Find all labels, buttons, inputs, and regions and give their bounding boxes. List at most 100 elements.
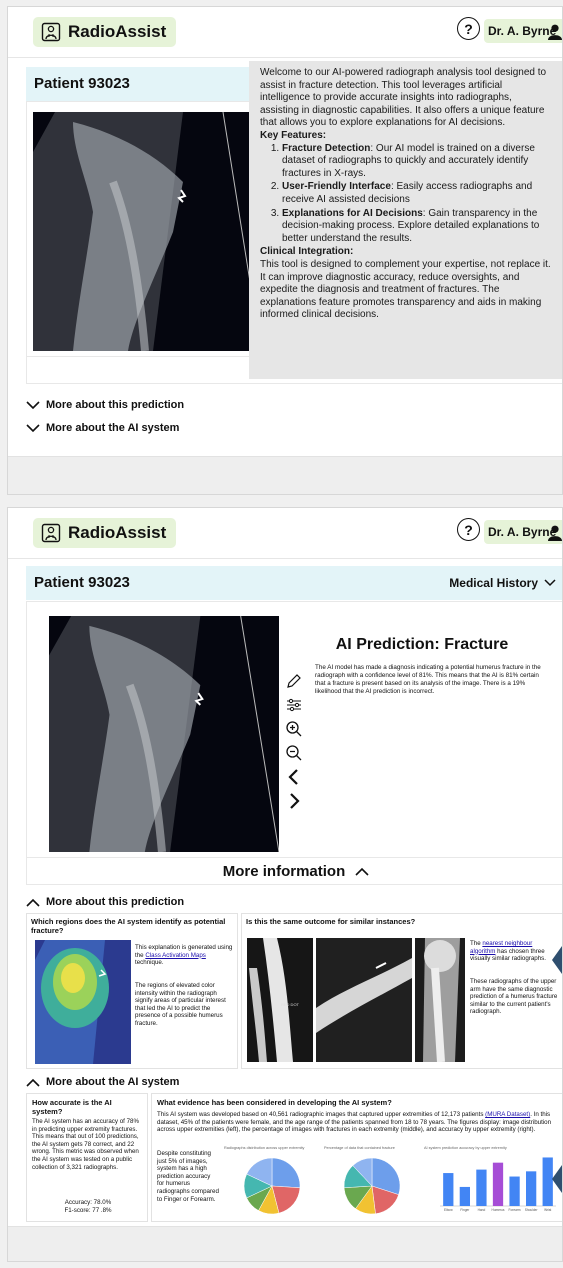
adjust-sliders-icon[interactable]	[285, 696, 303, 714]
f1-score-value: F1-score: 77 .8%	[64, 1207, 112, 1214]
chevron-up-icon	[26, 898, 40, 907]
similar-text-1-pre: The	[470, 940, 483, 947]
similar-heading: Is this the same outcome for similar ins…	[246, 917, 416, 926]
zoom-in-icon[interactable]	[285, 720, 303, 738]
chevron-up-icon	[355, 867, 369, 876]
mura-dataset-link[interactable]: (MURA Dataset)	[485, 1111, 530, 1118]
chevron-down-icon	[26, 423, 40, 432]
patient-title: Patient 93023	[34, 75, 130, 92]
top-bar: RadioAssist ? Dr. A. Byrne	[8, 7, 562, 55]
footer-bar	[8, 456, 562, 494]
pencil-icon[interactable]	[285, 672, 303, 690]
medical-history-dropdown[interactable]: Medical History	[449, 576, 556, 590]
tooltip-features-heading: Key Features:	[260, 129, 327, 141]
side-panel-arrow-icon[interactable]	[552, 946, 562, 974]
chevron-down-icon	[26, 400, 40, 409]
xray-picture	[49, 616, 279, 852]
app-logo[interactable]: RadioAssist	[33, 518, 177, 548]
chart-accuracy: AI system prediction accuracy by upper e…	[424, 1146, 560, 1220]
help-tooltip: Welcome to our AI-powered radiograph ana…	[249, 61, 562, 379]
feature-item: User-Friendly Interface: Easily access r…	[282, 181, 551, 206]
regions-heading: Which regions does the AI system identif…	[31, 917, 226, 935]
more-about-prediction-toggle[interactable]: More about this prediction	[26, 399, 184, 411]
divider	[8, 558, 562, 559]
regions-text-1: This explanation is generated using the …	[135, 944, 233, 967]
x-tick-label: Wrist	[544, 1208, 551, 1212]
more-about-ai-system-toggle[interactable]: More about the AI system	[26, 1076, 179, 1088]
user-icon[interactable]	[548, 525, 562, 541]
radiograph-image[interactable]	[33, 112, 261, 351]
help-button[interactable]: ?	[457, 17, 480, 40]
section-label: More about the AI system	[46, 1076, 180, 1088]
x-tick-label: Forearm	[509, 1208, 521, 1212]
user-icon[interactable]	[548, 24, 562, 40]
top-bar: RadioAssist ? Dr. A. Byrne	[8, 508, 562, 556]
more-information-toggle[interactable]: More information	[27, 857, 562, 885]
evidence-panel: What evidence has been considered in dev…	[151, 1093, 562, 1222]
accuracy-heading: How accurate is the AI system?	[32, 1098, 112, 1116]
xray-picture	[415, 938, 465, 1062]
similar-radiograph-1[interactable]: RED DOT	[247, 938, 313, 1062]
x-tick-label: Humerus	[492, 1208, 505, 1212]
chevron-up-icon	[26, 1078, 40, 1087]
feature-item: Explanations for AI Decisions: Gain tran…	[282, 208, 551, 246]
regions-panel: Which regions does the AI system identif…	[26, 913, 238, 1069]
x-tick-label: Finger	[460, 1208, 470, 1212]
x-tick-label: Hand	[478, 1208, 486, 1212]
medical-history-label: Medical History	[449, 576, 538, 590]
chevron-down-icon	[544, 579, 556, 587]
similar-radiograph-2[interactable]	[316, 938, 412, 1062]
chevron-left-icon[interactable]	[285, 768, 303, 786]
class-activation-map-picture	[35, 940, 131, 1064]
tooltip-intro: Welcome to our AI-powered radiograph ana…	[260, 67, 547, 129]
section-label: More about the AI system	[46, 422, 180, 434]
feature-list: Fracture Detection: Our AI model is trai…	[276, 143, 551, 246]
feature-item: Fracture Detection: Our AI model is trai…	[282, 143, 551, 181]
bar	[443, 1173, 454, 1206]
ai-prediction-text: The AI model has made a diagnosis indica…	[315, 664, 541, 695]
feature-title: Fracture Detection	[282, 142, 371, 154]
heatmap-image[interactable]	[35, 940, 131, 1064]
accuracy-panel: How accurate is the AI system? The AI sy…	[26, 1093, 148, 1222]
pie-slice	[271, 1157, 301, 1189]
similar-instances-panel: Is this the same outcome for similar ins…	[241, 913, 562, 1069]
xray-picture	[316, 938, 412, 1062]
bar	[476, 1169, 487, 1206]
bar	[459, 1186, 470, 1206]
chart-distribution: Radiographs distribution across upper ex…	[224, 1146, 320, 1220]
chevron-right-icon[interactable]	[285, 792, 303, 810]
svg-text:RED DOT: RED DOT	[281, 1002, 300, 1007]
tooltip-clinical-text: This tool is designed to complement your…	[260, 258, 551, 321]
more-information-label: More information	[222, 863, 346, 880]
more-about-ai-system-toggle[interactable]: More about the AI system	[26, 422, 179, 434]
patient-header: Patient 93023 Medical History	[26, 566, 562, 600]
bar	[509, 1176, 520, 1206]
doctor-icon	[41, 523, 61, 543]
side-panel-arrow-icon[interactable]	[552, 1165, 562, 1193]
feature-title: User-Friendly Interface	[282, 181, 391, 193]
image-toolbar	[285, 672, 305, 816]
class-activation-maps-link[interactable]: Class Activation Maps	[145, 952, 206, 959]
bar	[492, 1162, 504, 1206]
app-logo[interactable]: RadioAssist	[33, 17, 177, 47]
section-label: More about this prediction	[46, 399, 185, 411]
app-window-2: RadioAssist ? Dr. A. Byrne Patient 93023…	[7, 507, 563, 1262]
doctor-icon	[41, 22, 61, 42]
tooltip-clinical-heading: Clinical Integration:	[260, 246, 354, 258]
more-about-prediction-toggle[interactable]: More about this prediction	[26, 896, 184, 908]
zoom-out-icon[interactable]	[285, 744, 303, 762]
footer-bar	[8, 1226, 562, 1261]
radiograph-card: AI Prediction: Fracture The AI model has…	[26, 601, 562, 885]
similar-text-1: The nearest neighbour algorithm has chos…	[470, 940, 558, 963]
ai-prediction-title: AI Prediction: Fracture	[335, 636, 509, 653]
section-label: More about this prediction	[46, 896, 185, 908]
fracture-pie-chart	[343, 1157, 401, 1215]
help-button[interactable]: ?	[457, 518, 480, 541]
similar-radiograph-3[interactable]	[415, 938, 465, 1062]
xray-picture	[33, 112, 261, 351]
feature-title: Explanations for AI Decisions	[282, 207, 423, 219]
radiograph-image[interactable]	[49, 616, 279, 852]
x-tick-label: Elbow	[444, 1208, 453, 1212]
distribution-pie-chart	[243, 1157, 301, 1215]
similar-text-2: These radiographs of the upper arm have …	[470, 978, 558, 1016]
